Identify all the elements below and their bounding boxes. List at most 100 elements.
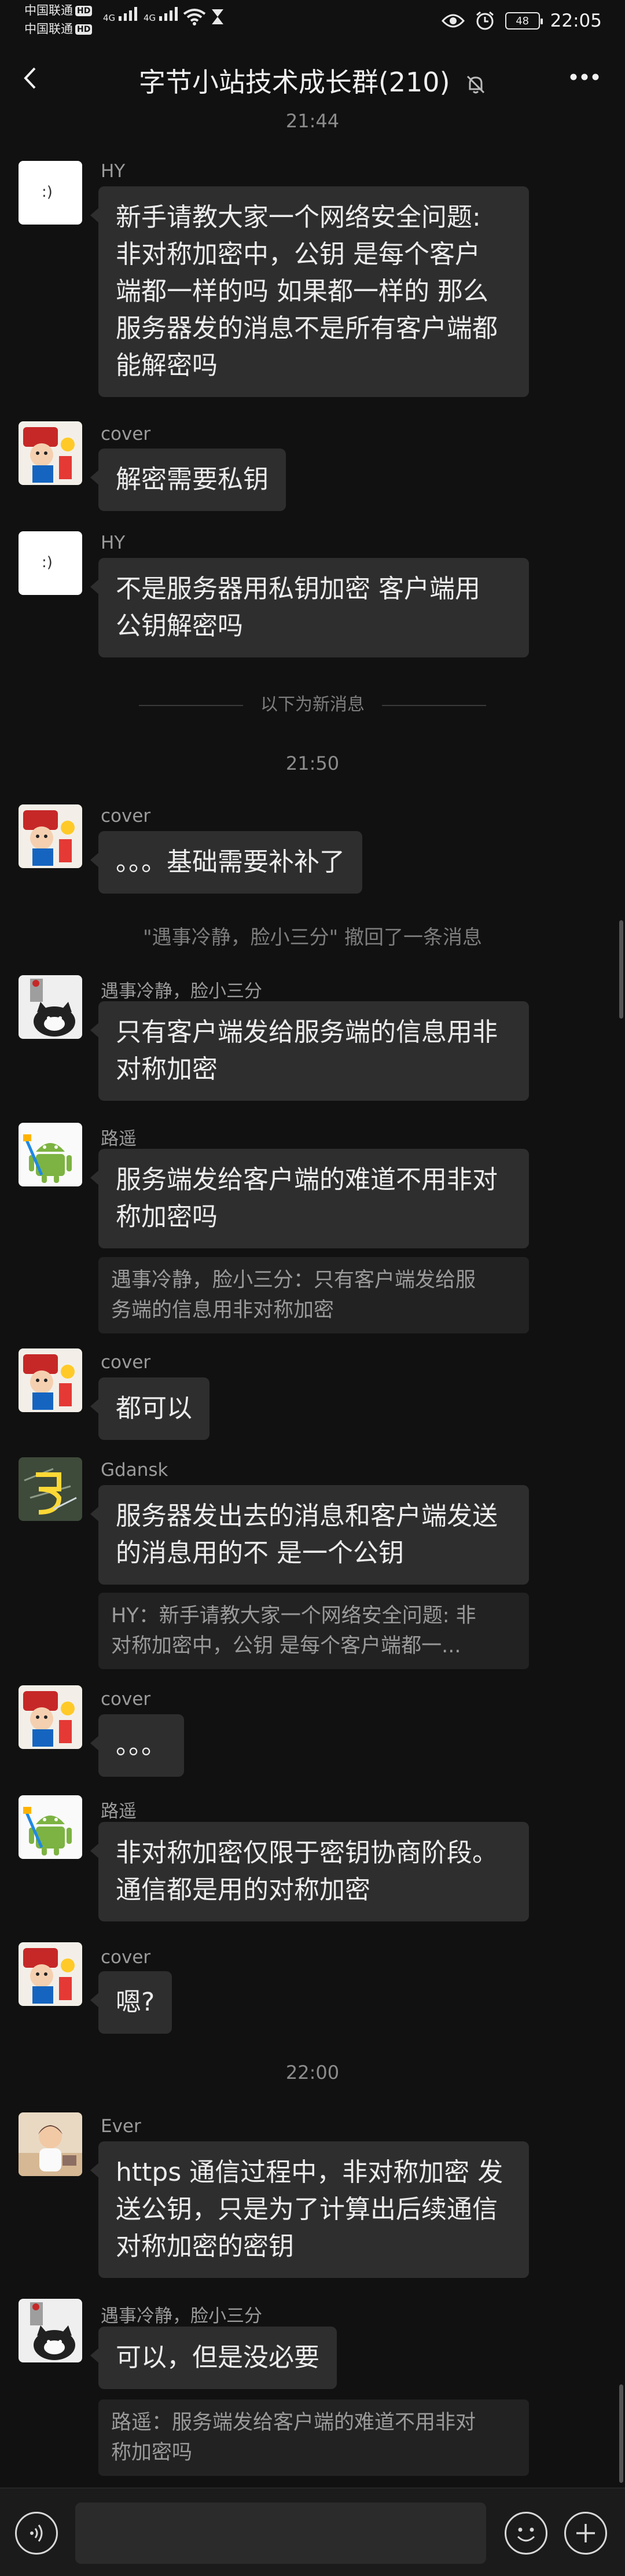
photo-avatar-icon [19, 2112, 82, 2176]
message-line: 通信都是用的对称加密 [116, 1875, 370, 1905]
sender-name: Ever [101, 2116, 141, 2137]
message-bubble[interactable]: 只有客户端发给服务端的信息用非 对称加密 [90, 1001, 529, 1101]
voice-button[interactable] [15, 2512, 58, 2555]
sender-name: cover [101, 1947, 151, 1968]
quote-line: 务端的信息用非对称加密 [111, 1299, 334, 1322]
message-input[interactable] [75, 2502, 486, 2564]
avatar[interactable] [19, 2299, 82, 2362]
battery-icon: 48 [505, 12, 543, 30]
hourglass-icon [212, 9, 223, 24]
avatar[interactable] [19, 421, 82, 485]
sender-name: cover [101, 424, 151, 444]
avatar[interactable] [19, 804, 82, 868]
emoji-icon [517, 2527, 535, 2542]
message-line: 送公钥，只是为了计算出后续通信 [116, 2195, 498, 2224]
carrier-2: 中国联通 HD [24, 22, 93, 36]
timestamp: 21:50 [285, 752, 340, 774]
avatar[interactable] [19, 1123, 82, 1186]
message-line: 解密需要私钥 [116, 465, 269, 494]
message-line: 都可以 [116, 1394, 192, 1423]
svg-text::): :) [42, 554, 53, 571]
message-line: 端都一样的吗 如果都一样的 那么 [116, 277, 488, 306]
quoted-message[interactable]: 遇事冷静，脸小三分：只有客户端发给服 务端的信息用非对称加密 [98, 1257, 529, 1333]
quote-line: 遇事冷静，脸小三分：只有客户端发给服 [111, 1269, 476, 1292]
smiley-avatar-icon: :) [42, 554, 53, 571]
message-bubble[interactable]: 服务器发出去的消息和客户端发送 的消息用的不 是一个公钥 [90, 1485, 529, 1585]
avatar[interactable] [19, 1795, 82, 1859]
message-line: 新手请教大家一个网络安全问题: [116, 203, 481, 232]
timestamp: 22:00 [285, 2061, 340, 2083]
android-avatar-icon [19, 1795, 82, 1859]
avatar[interactable] [19, 1348, 82, 1412]
scrollbar-thumb[interactable] [619, 2384, 623, 2483]
quote-line: 称加密吗 [111, 2441, 193, 2464]
message-bubble[interactable]: 非对称加密仅限于密钥协商阶段。 通信都是用的对称加密 [90, 1822, 529, 1921]
avatar[interactable]: :) [19, 161, 82, 225]
more-icon[interactable] [569, 73, 600, 81]
carrier-1: 中国联通 HD [24, 3, 93, 17]
quoted-message[interactable]: HY：新手请教大家一个网络安全问题: 非 对称加密中，公钥 是每个客户端都一..… [98, 1593, 529, 1669]
chat-header: 字节小站技术成长群(210) [0, 44, 625, 113]
sender-name: 路遥 [101, 1801, 137, 1822]
message-bubble[interactable]: 服务端发给客户端的难道不用非对 称加密吗 [90, 1149, 529, 1248]
message-bubble[interactable]: 都可以 [90, 1377, 209, 1440]
message-bubble[interactable]: 不是服务器用私钥加密 客户端用 公钥解密吗 [90, 558, 529, 657]
carrier-1-label: 中国联通 [24, 3, 73, 17]
plus-icon [576, 2524, 595, 2542]
smiley-avatar-icon: :) [42, 183, 53, 201]
message-line: 对称加密 [116, 1054, 218, 1084]
message-bubble[interactable]: 可以，但是没必要 [90, 2327, 337, 2389]
message-bubble[interactable]: 新手请教大家一个网络安全问题: 非对称加密中，公钥 是每个客户 端都一样的吗 如… [90, 186, 529, 397]
chat-title-text: 字节小站技术成长群(210) [138, 67, 450, 98]
signal-icon [118, 7, 137, 21]
message-line: 公钥解密吗 [116, 611, 243, 641]
recall-notice: "遇事冷静，脸小三分" 撤回了一条消息 [142, 926, 483, 949]
emoji-button[interactable] [505, 2512, 547, 2555]
hd-badge: HD [75, 6, 93, 16]
message-line: 。。。基础需要补补了 [116, 847, 345, 877]
avatar[interactable] [19, 1685, 82, 1749]
clock: 22:05 [550, 10, 602, 31]
avatar[interactable] [19, 1457, 82, 1521]
message-bubble[interactable]: 。。。基础需要补补了 [90, 831, 362, 894]
message-bubble[interactable]: 。。。 [90, 1714, 184, 1777]
hd-badge-2: HD [75, 24, 93, 35]
message-line: 对称加密的密钥 [116, 2232, 294, 2261]
cat-avatar-icon [19, 975, 82, 1039]
message-line: 。。。 [116, 1730, 167, 1760]
message-bubble[interactable]: 嗯? [90, 1971, 172, 2034]
scrollbar[interactable] [619, 920, 623, 1019]
new-messages-divider: 以下为新消息 [0, 690, 625, 715]
avatar[interactable] [19, 2112, 82, 2176]
message-line: 能解密吗 [116, 351, 218, 380]
avatar[interactable]: :) [19, 531, 82, 595]
signal-icon-2 [159, 7, 178, 21]
message-bubble[interactable]: https 通信过程中，非对称加密 发 送公钥，只是为了计算出后续通信 对称加密… [90, 2141, 529, 2278]
input-bar [0, 2487, 625, 2576]
sender-name: cover [101, 806, 151, 826]
battery-level: 48 [516, 14, 530, 27]
message-line: 服务器发的消息不是所有客户端都 [116, 314, 498, 343]
message-line: 不是服务器用私钥加密 客户端用 [116, 574, 480, 604]
status-right: 48 22:05 [441, 9, 602, 32]
status-bar: 中国联通 HD 中国联通 HD 4G 4G 48 22:05 [0, 0, 625, 44]
chalkboard-avatar-icon [19, 1457, 82, 1521]
sender-name: cover [101, 1689, 151, 1710]
voice-icon [30, 2524, 43, 2542]
quoted-message[interactable]: 路遥：服务端发给客户端的难道不用非对 称加密吗 [98, 2399, 529, 2476]
sender-name: 遇事冷静，脸小三分 [101, 981, 262, 1002]
android-avatar-icon [19, 1123, 82, 1186]
cartoon-avatar-icon [19, 1348, 82, 1412]
sender-name: 遇事冷静，脸小三分 [101, 2306, 262, 2327]
avatar[interactable] [19, 975, 82, 1039]
plus-button[interactable] [564, 2512, 607, 2555]
message-line: 非对称加密仅限于密钥协商阶段。 [116, 1838, 498, 1868]
avatar[interactable] [19, 1942, 82, 2006]
mute-bell-icon [467, 75, 485, 93]
message-bubble[interactable]: 解密需要私钥 [90, 449, 286, 511]
message-line: 嗯? [116, 1987, 155, 2017]
network-1: 4G [103, 7, 138, 24]
chat-title: 字节小站技术成长群(210) [0, 61, 625, 100]
alarm-icon [476, 11, 494, 30]
sender-name: HY [101, 532, 126, 553]
